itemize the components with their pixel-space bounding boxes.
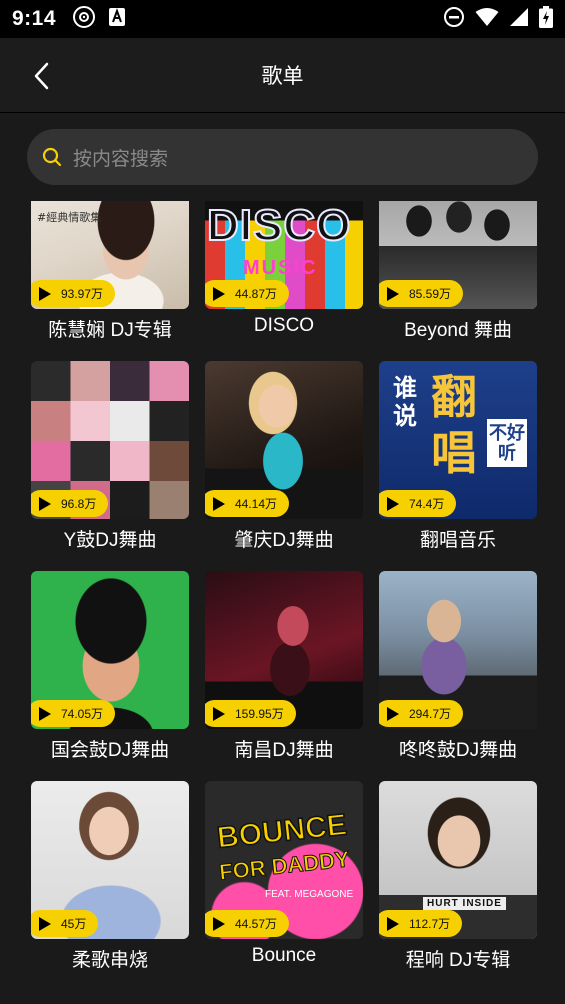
status-bar: 9:14 (0, 0, 565, 38)
play-icon (213, 286, 225, 301)
play-icon (39, 916, 51, 931)
play-count: 112.7万 (409, 917, 451, 931)
play-count-badge: 44.14万 (205, 490, 290, 517)
play-count-badge: 74.05万 (31, 700, 116, 727)
playlist-cover: 96.8万 (31, 361, 189, 519)
playlist-card[interactable]: #經典情歌集 93.97万 陈慧娴 DJ专辑 (31, 201, 189, 341)
play-icon (387, 496, 399, 511)
play-count-badge: 112.7万 (379, 910, 463, 937)
playlist-cover: 294.7万 (379, 571, 537, 729)
cover-text: 谁说 (393, 375, 417, 430)
playlist-title: Bounce (251, 945, 317, 966)
play-icon (39, 706, 51, 721)
dnd-icon (443, 6, 465, 33)
content-area: 按内容搜索 #經典情歌集 93.97万 陈慧娴 DJ专辑 DISCO MUSIC… (0, 113, 565, 1004)
play-count: 44.87万 (235, 287, 278, 301)
playlist-cover: 159.95万 (205, 571, 363, 729)
back-button[interactable] (28, 62, 56, 90)
play-icon (387, 916, 399, 931)
cover-text-tertiary: 不好听 (487, 419, 527, 467)
play-count: 159.95万 (235, 707, 284, 721)
search-placeholder: 按内容搜索 (73, 148, 169, 170)
play-icon (39, 496, 51, 511)
playlist-cover: 74.05万 (31, 571, 189, 729)
playlist-cover: #經典情歌集 93.97万 (31, 201, 189, 309)
battery-icon (539, 5, 553, 33)
play-count: 44.57万 (235, 917, 278, 931)
play-count-badge: 93.97万 (31, 280, 116, 307)
playlist-cover: HURT INSIDE 112.7万 (379, 781, 537, 939)
play-count-badge: 45万 (31, 910, 99, 937)
play-count: 96.8万 (61, 497, 97, 511)
play-count-badge: 74.4万 (379, 490, 457, 517)
playlist-cover: 45万 (31, 781, 189, 939)
playlist-cover: DISCO MUSIC 44.87万 (205, 201, 363, 309)
play-count-badge: 96.8万 (31, 490, 109, 517)
playlist-title: 程响 DJ专辑 (405, 950, 511, 971)
play-count: 44.14万 (235, 497, 278, 511)
playlist-card[interactable]: 294.7万 咚咚鼓DJ舞曲 (379, 571, 537, 761)
playlist-title: Y鼓DJ舞曲 (63, 530, 157, 551)
media-icon (72, 5, 96, 34)
playlist-title: 南昌DJ舞曲 (234, 740, 334, 761)
playlist-title: 国会鼓DJ舞曲 (50, 740, 170, 761)
wifi-icon (475, 7, 499, 32)
play-count: 93.97万 (61, 287, 104, 301)
playlist-title: 陈慧娴 DJ专辑 (48, 320, 172, 341)
play-count: 294.7万 (409, 707, 452, 721)
play-count: 85.59万 (409, 287, 452, 301)
playlist-card[interactable]: 85.59万 Beyond 舞曲 (379, 201, 537, 341)
search-icon (41, 146, 63, 168)
playlist-title: 肇庆DJ舞曲 (234, 530, 334, 551)
play-icon (213, 916, 225, 931)
cover-text-tertiary: FEAT. MEGAGONE (265, 889, 354, 900)
play-count-badge: 294.7万 (379, 700, 464, 727)
cover-text: DISCO (206, 201, 352, 251)
play-icon (213, 496, 225, 511)
search-input[interactable]: 按内容搜索 (27, 129, 538, 185)
playlist-title: 咚咚鼓DJ舞曲 (398, 740, 518, 761)
play-count-badge: 159.95万 (205, 700, 296, 727)
playlist-cover: 85.59万 (379, 201, 537, 309)
font-icon (108, 7, 126, 32)
play-count: 45万 (61, 917, 87, 931)
playlist-title: DISCO (253, 315, 315, 336)
playlist-card[interactable]: 45万 柔歌串烧 (31, 781, 189, 971)
cover-text: HURT INSIDE (423, 897, 506, 910)
play-icon (213, 706, 225, 721)
playlist-card[interactable]: 44.14万 肇庆DJ舞曲 (205, 361, 363, 551)
playlist-cover: 谁说 翻唱 不好听 74.4万 (379, 361, 537, 519)
playlist-card[interactable]: 159.95万 南昌DJ舞曲 (205, 571, 363, 761)
play-count-badge: 44.87万 (205, 280, 290, 307)
playlist-title: 翻唱音乐 (419, 530, 496, 551)
play-icon (387, 286, 399, 301)
play-count: 74.4万 (409, 497, 445, 511)
chevron-left-icon (34, 62, 49, 90)
playlist-title: 柔歌串烧 (71, 950, 148, 971)
playlist-card[interactable]: HURT INSIDE 112.7万 程响 DJ专辑 (379, 781, 537, 971)
cover-text: #經典情歌集 (37, 211, 102, 224)
playlist-card[interactable]: BOUNCE FOR DADDY FEAT. MEGAGONE 44.57万 B… (205, 781, 363, 966)
play-icon (39, 286, 51, 301)
playlist-card[interactable]: 96.8万 Y鼓DJ舞曲 (31, 361, 189, 551)
status-time: 9:14 (12, 7, 57, 30)
cover-text-secondary: 翻唱 (431, 371, 477, 479)
play-icon (387, 706, 399, 721)
play-count-badge: 44.57万 (205, 910, 290, 937)
app-bar: 歌单 (0, 38, 565, 113)
playlist-card[interactable]: 74.05万 国会鼓DJ舞曲 (31, 571, 189, 761)
play-count-badge: 85.59万 (379, 280, 464, 307)
play-count: 74.05万 (61, 707, 104, 721)
playlist-card[interactable]: DISCO MUSIC 44.87万 DISCO (205, 201, 363, 336)
page-title: 歌单 (261, 65, 304, 88)
cover-text-secondary: MUSIC (243, 257, 318, 279)
playlist-card[interactable]: 谁说 翻唱 不好听 74.4万 翻唱音乐 (379, 361, 537, 551)
playlist-cover: BOUNCE FOR DADDY FEAT. MEGAGONE 44.57万 (205, 781, 363, 939)
playlist-cover: 44.14万 (205, 361, 363, 519)
playlist-title: Beyond 舞曲 (404, 320, 512, 341)
signal-icon (509, 7, 529, 32)
playlist-grid: #經典情歌集 93.97万 陈慧娴 DJ专辑 DISCO MUSIC 44.87… (0, 201, 565, 1001)
